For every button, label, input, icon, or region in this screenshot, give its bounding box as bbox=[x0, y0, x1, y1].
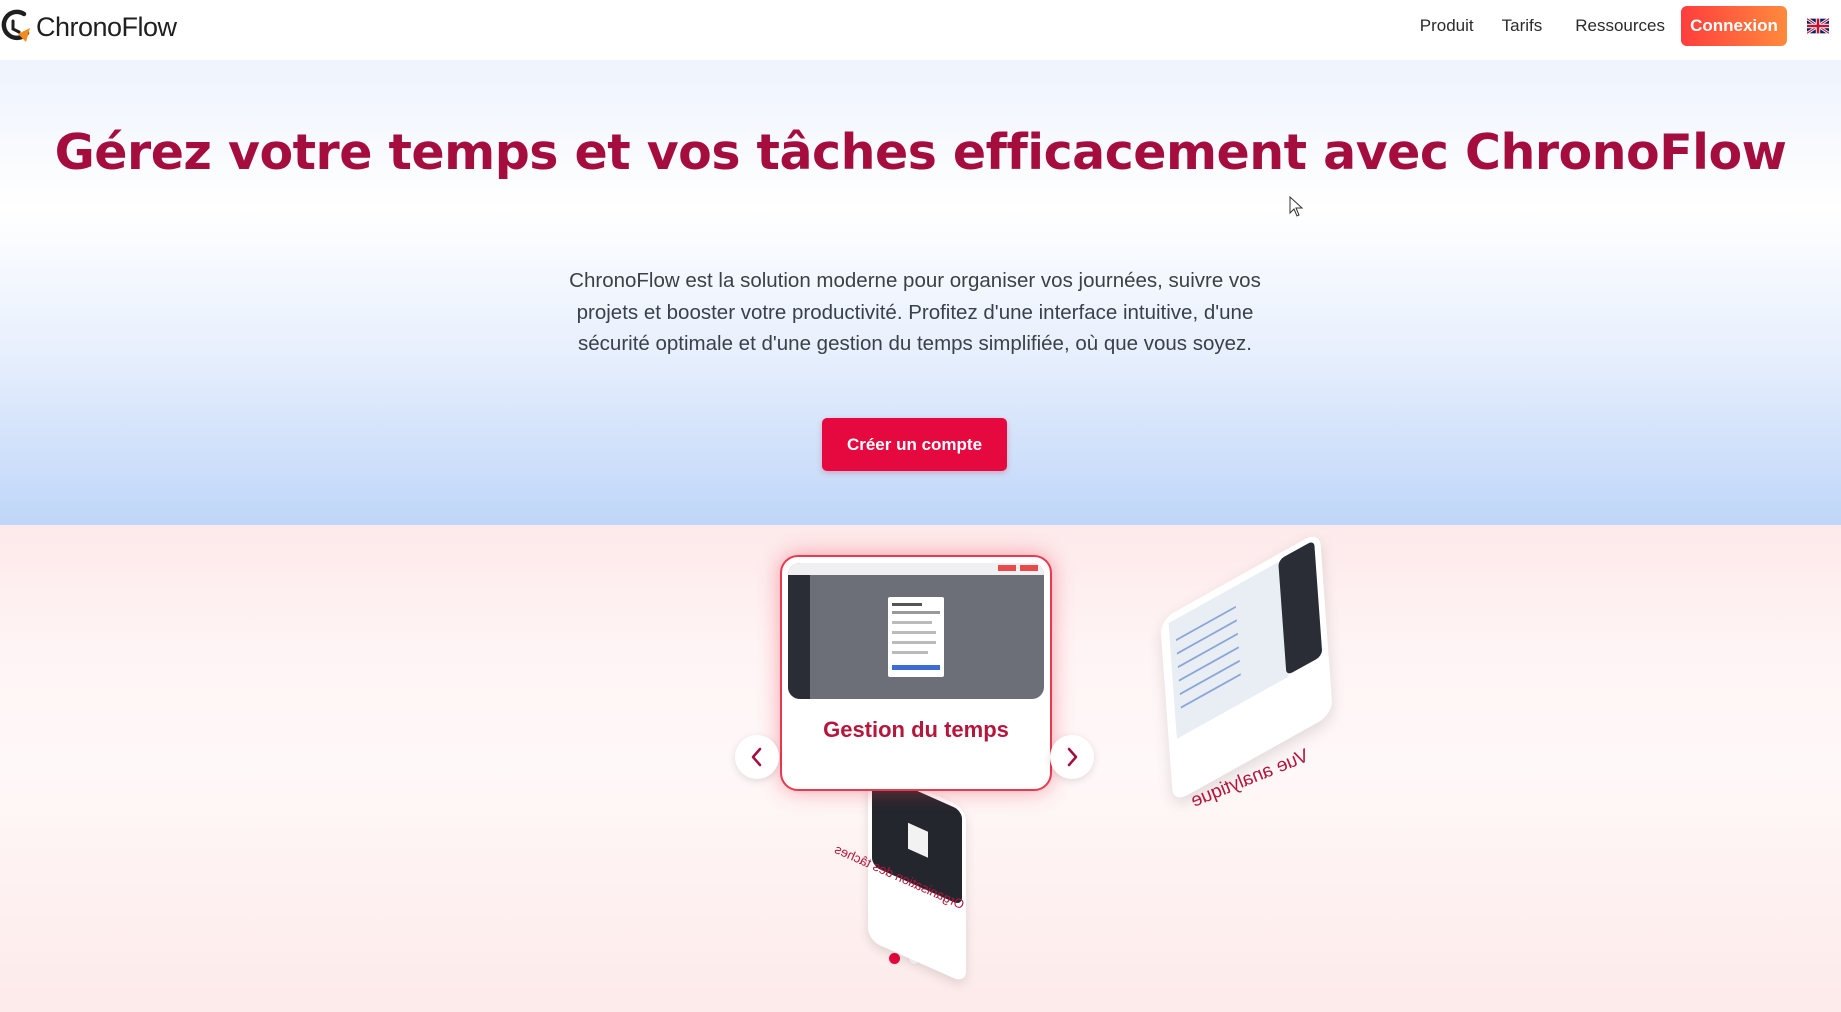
brand-logo[interactable]: ChronoFlow bbox=[0, 8, 177, 46]
chevron-left-icon bbox=[751, 747, 762, 767]
hero-section: Gérez votre temps et vos tâches efficace… bbox=[0, 60, 1841, 525]
carousel-prev-button[interactable] bbox=[735, 735, 779, 779]
chevron-right-icon bbox=[1067, 747, 1078, 767]
hero-description: ChronoFlow est la solution moderne pour … bbox=[569, 269, 1261, 355]
analytics-preview-image bbox=[1168, 560, 1289, 739]
carousel-next-button[interactable] bbox=[1050, 735, 1094, 779]
mouse-cursor-icon bbox=[1289, 196, 1304, 217]
time-management-preview-image bbox=[788, 563, 1044, 699]
carousel-slide-time-management[interactable]: Gestion du temps bbox=[780, 555, 1052, 791]
hero-title: Gérez votre temps et vos tâches efficace… bbox=[54, 124, 1787, 181]
brand-name: ChronoFlow bbox=[36, 11, 177, 42]
chronoflow-logo-icon bbox=[1, 9, 30, 42]
feature-carousel: Vue analytique Organisation des tâches G… bbox=[0, 525, 1841, 1012]
slide-label-time-management: Gestion du temps bbox=[823, 717, 1009, 742]
create-account-button[interactable]: Créer un compte bbox=[822, 418, 1007, 471]
login-button[interactable]: Connexion bbox=[1681, 6, 1787, 46]
nav-link-tarifs[interactable]: Tarifs bbox=[1502, 16, 1543, 36]
top-navbar: ChronoFlow Produit Tarifs Ressources Con… bbox=[0, 0, 1841, 60]
uk-flag-icon[interactable] bbox=[1807, 18, 1829, 34]
carousel-slide-analytics[interactable]: Vue analytique bbox=[1160, 530, 1335, 815]
nav-link-produit[interactable]: Produit bbox=[1420, 16, 1474, 36]
nav-link-ressources[interactable]: Ressources bbox=[1575, 16, 1665, 36]
main-nav: Produit Tarifs Ressources Connexion bbox=[1420, 0, 1841, 52]
carousel-slide-tasks[interactable]: Organisation des tâches bbox=[832, 765, 967, 984]
carousel-dot-1[interactable] bbox=[889, 953, 900, 964]
